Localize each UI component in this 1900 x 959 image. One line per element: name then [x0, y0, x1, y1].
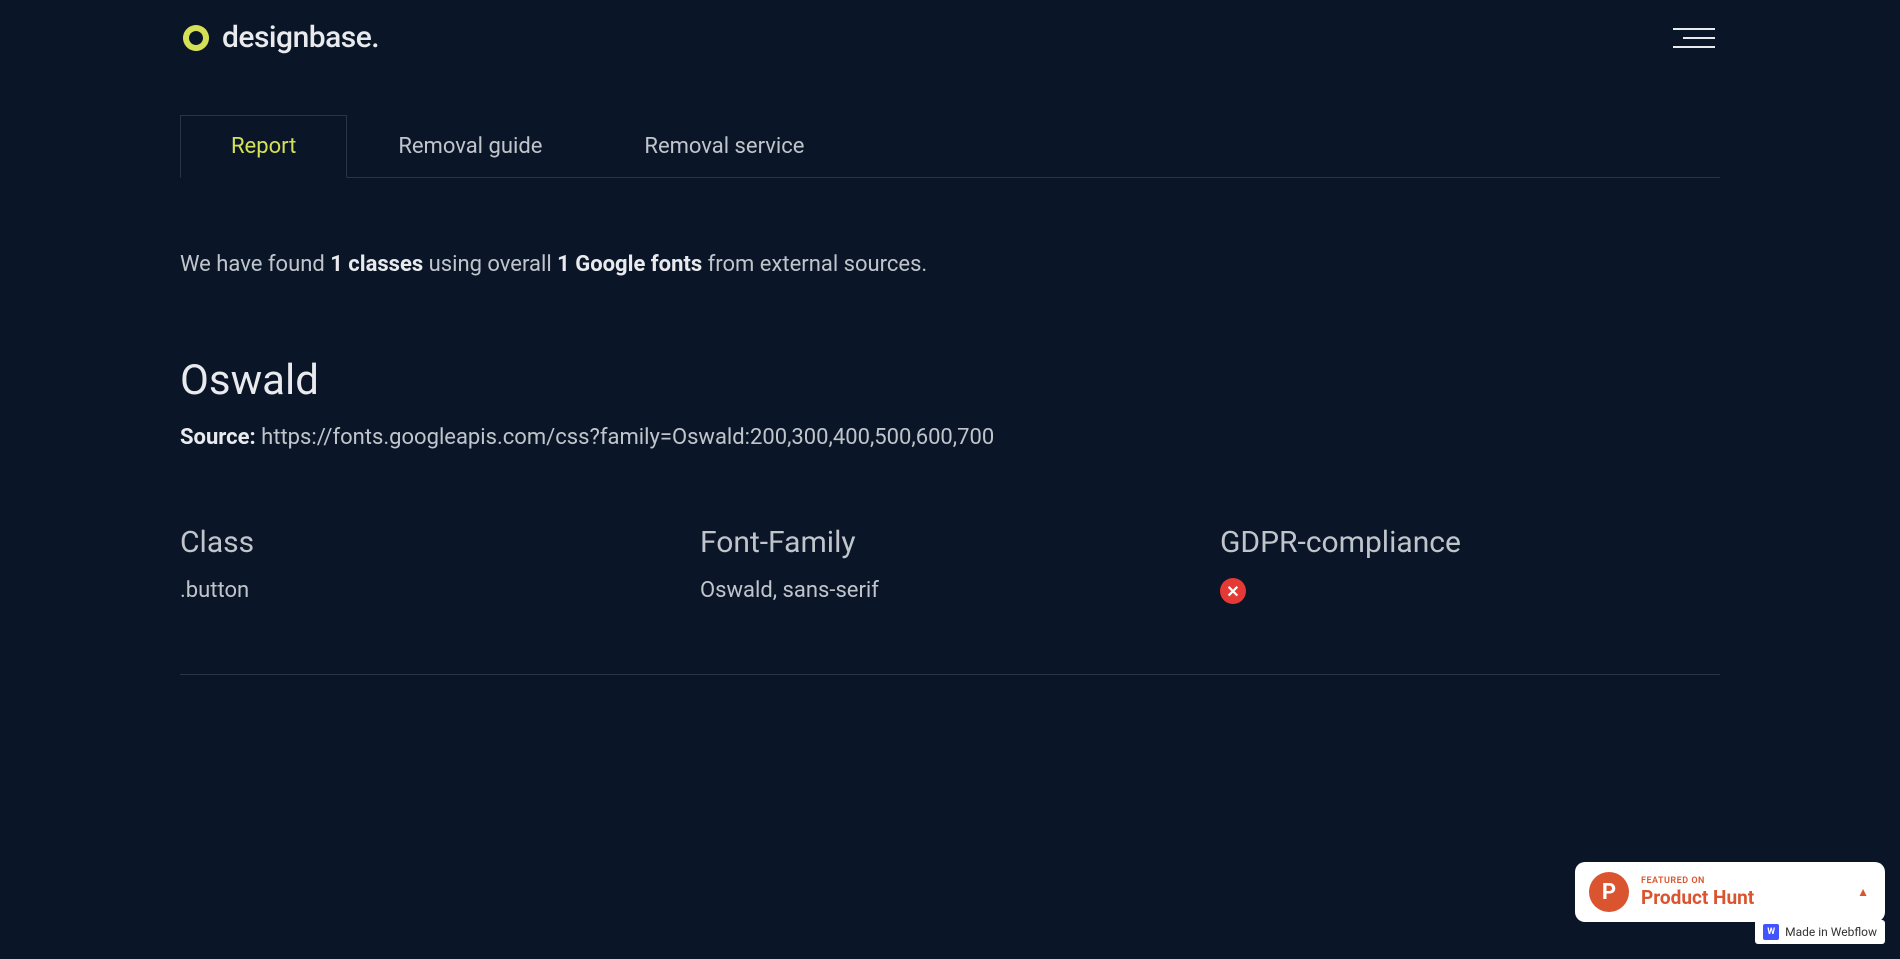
logo-text: designbase.	[222, 20, 379, 55]
source-url: https://fonts.googleapis.com/css?family=…	[261, 425, 994, 450]
header: designbase.	[0, 0, 1900, 75]
menu-line-icon	[1673, 46, 1715, 48]
main-content: Report Removal guide Removal service We …	[0, 115, 1900, 675]
up-arrow-icon: ▲	[1857, 885, 1869, 899]
product-hunt-icon: P	[1589, 872, 1629, 912]
tab-removal-guide[interactable]: Removal guide	[347, 115, 593, 177]
webflow-text: Made in Webflow	[1785, 925, 1877, 939]
font-section: Oswald Source: https://fonts.googleapis.…	[180, 356, 1720, 450]
table-cell-gdpr: ✕	[1220, 578, 1720, 604]
font-table: Class Font-Family GDPR-compliance .butto…	[180, 525, 1720, 675]
product-hunt-text: FEATURED ON Product Hunt	[1641, 876, 1754, 909]
menu-line-icon	[1673, 28, 1715, 30]
product-hunt-badge[interactable]: P FEATURED ON Product Hunt ▲	[1575, 862, 1885, 922]
table-cell-class: .button	[180, 578, 680, 604]
table-header-row: Class Font-Family GDPR-compliance	[180, 525, 1720, 578]
summary-middle: using overall	[423, 252, 557, 277]
tabs: Report Removal guide Removal service	[180, 115, 1720, 178]
summary-suffix: from external sources.	[702, 252, 927, 277]
logo-icon	[180, 22, 212, 54]
webflow-badge[interactable]: W Made in Webflow	[1755, 920, 1885, 944]
menu-line-icon	[1683, 37, 1715, 39]
tab-removal-service[interactable]: Removal service	[593, 115, 855, 177]
summary-text: We have found 1 classes using overall 1 …	[180, 248, 1720, 281]
non-compliant-icon: ✕	[1220, 578, 1246, 604]
ph-featured-label: FEATURED ON	[1641, 876, 1754, 886]
summary-classes-count: 1 classes	[330, 252, 423, 277]
summary-fonts-count: 1 Google fonts	[557, 252, 702, 277]
menu-button[interactable]	[1668, 23, 1720, 53]
badge-container: P FEATURED ON Product Hunt ▲ W Made in W…	[1575, 862, 1885, 944]
source-label: Source:	[180, 425, 256, 450]
tab-report[interactable]: Report	[180, 115, 347, 178]
table-row: .button Oswald, sans-serif ✕	[180, 578, 1720, 604]
logo[interactable]: designbase.	[180, 20, 379, 55]
table-header-font-family: Font-Family	[700, 525, 1200, 560]
table-header-class: Class	[180, 525, 680, 560]
webflow-icon: W	[1763, 924, 1779, 940]
table-cell-font-family: Oswald, sans-serif	[700, 578, 1200, 604]
summary-prefix: We have found	[180, 252, 330, 277]
font-source: Source: https://fonts.googleapis.com/css…	[180, 425, 1720, 450]
font-name: Oswald	[180, 356, 1720, 405]
ph-name-label: Product Hunt	[1641, 886, 1754, 909]
table-header-gdpr: GDPR-compliance	[1220, 525, 1720, 560]
